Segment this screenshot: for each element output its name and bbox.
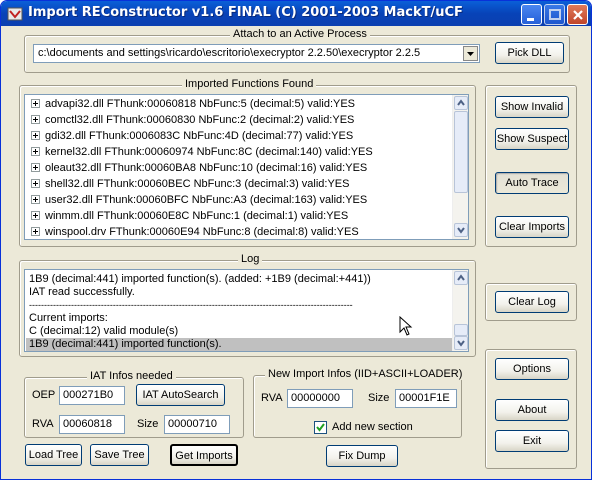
log-line: Current imports:	[29, 312, 108, 324]
log-line: C (decimal:12) valid module(s)	[29, 325, 179, 337]
scroll-down-icon[interactable]	[454, 223, 468, 237]
new-rva-label: RVA	[261, 392, 283, 404]
new-rva-input[interactable]: 00000000	[287, 389, 353, 408]
log-line: 1B9 (decimal:441) imported function(s). …	[29, 273, 371, 285]
main-window: Import REConstructor v1.6 FINAL (C) 2001…	[0, 0, 592, 480]
log-line: IAT read successfully.	[29, 286, 135, 298]
tree-item[interactable]: comctl32.dll FThunk:00060830 NbFunc:2 (d…	[25, 112, 450, 128]
options-button[interactable]: Options	[495, 358, 569, 380]
mouse-cursor-icon	[399, 316, 413, 336]
add-section-label[interactable]: Add new section	[332, 421, 413, 433]
log-group-label: Log	[238, 253, 263, 265]
tree-item[interactable]: user32.dll FThunk:00060BFC NbFunc:A3 (de…	[25, 192, 450, 208]
expand-icon[interactable]	[31, 147, 40, 156]
tree-item[interactable]: winmm.dll FThunk:00060E8C NbFunc:1 (deci…	[25, 208, 450, 224]
attach-group-label: Attach to an Active Process	[230, 28, 370, 40]
show-suspect-button[interactable]: Show Suspect	[495, 128, 569, 150]
pick-dll-button[interactable]: Pick DLL	[495, 42, 564, 64]
show-invalid-button[interactable]: Show Invalid	[495, 96, 569, 118]
expand-icon[interactable]	[31, 179, 40, 188]
expand-icon[interactable]	[31, 211, 40, 220]
iat-rva-input[interactable]: 00060818	[59, 415, 125, 434]
chevron-down-icon[interactable]	[463, 46, 478, 61]
process-select-value: c:\documents and settings\ricardo\escrit…	[38, 47, 421, 59]
imports-scrollbar[interactable]	[452, 95, 468, 239]
title-bar[interactable]: Import REConstructor v1.6 FINAL (C) 2001…	[1, 1, 591, 26]
add-section-checkbox[interactable]	[314, 421, 327, 434]
auto-trace-button[interactable]: Auto Trace	[495, 172, 569, 194]
fix-dump-button[interactable]: Fix Dump	[326, 445, 398, 467]
imports-group-label: Imported Functions Found	[182, 78, 317, 90]
expand-icon[interactable]	[31, 163, 40, 172]
close-button[interactable]	[567, 4, 588, 25]
tree-item[interactable]: kernel32.dll FThunk:00060974 NbFunc:8C (…	[25, 144, 450, 160]
tree-item[interactable]: shell32.dll FThunk:00060BEC NbFunc:3 (de…	[25, 176, 450, 192]
tree-item[interactable]: oleaut32.dll FThunk:00060BA8 NbFunc:10 (…	[25, 160, 450, 176]
minimize-icon	[527, 18, 534, 21]
log-box[interactable]: 1B9 (decimal:441) imported function(s). …	[24, 269, 469, 352]
tree-item[interactable]: winspool.drv FThunk:00060E94 NbFunc:8 (d…	[25, 224, 450, 239]
minimize-button[interactable]	[521, 4, 542, 25]
iat-size-label: Size	[137, 418, 159, 430]
exit-button[interactable]: Exit	[495, 430, 569, 452]
scroll-up-icon[interactable]	[454, 96, 468, 110]
expand-icon[interactable]	[31, 195, 40, 204]
imports-tree[interactable]: advapi32.dll FThunk:00060818 NbFunc:5 (d…	[24, 94, 469, 240]
expand-icon[interactable]	[31, 115, 40, 124]
checkmark-icon	[316, 423, 325, 432]
new-import-group-label: New Import Infos (IID+ASCII+LOADER)	[265, 368, 466, 380]
window-title: Import REConstructor v1.6 FINAL (C) 2001…	[28, 5, 463, 20]
log-scrollbar[interactable]	[452, 270, 468, 351]
iat-autosearch-button[interactable]: IAT AutoSearch	[136, 384, 225, 406]
iat-size-input[interactable]: 00000710	[164, 415, 230, 434]
scroll-up-icon[interactable]	[454, 271, 468, 285]
load-tree-button[interactable]: Load Tree	[25, 444, 82, 466]
expand-icon[interactable]	[31, 227, 40, 236]
save-tree-button[interactable]: Save Tree	[90, 444, 149, 466]
scroll-down-icon[interactable]	[454, 336, 468, 350]
log-line: ----------------------------------------…	[29, 300, 353, 310]
new-size-input[interactable]: 00001F1E	[395, 389, 457, 408]
expand-icon[interactable]	[31, 99, 40, 108]
maximize-icon	[549, 9, 561, 20]
app-icon	[7, 7, 23, 21]
scroll-thumb[interactable]	[454, 324, 468, 336]
scroll-thumb[interactable]	[454, 111, 468, 193]
get-imports-button[interactable]: Get Imports	[170, 444, 238, 466]
tree-item[interactable]: gdi32.dll FThunk:0006083C NbFunc:4D (dec…	[25, 128, 450, 144]
expand-icon[interactable]	[31, 131, 40, 140]
clear-log-button[interactable]: Clear Log	[495, 291, 569, 313]
close-icon	[573, 10, 583, 20]
log-line-selected: 1B9 (decimal:441) imported function(s).	[29, 338, 222, 350]
clear-imports-button[interactable]: Clear Imports	[495, 216, 569, 238]
process-select[interactable]: c:\documents and settings\ricardo\escrit…	[33, 44, 480, 63]
new-size-label: Size	[368, 392, 390, 404]
maximize-button[interactable]	[544, 4, 565, 25]
oep-input[interactable]: 000271B0	[59, 386, 125, 405]
tree-item[interactable]: advapi32.dll FThunk:00060818 NbFunc:5 (d…	[25, 96, 450, 112]
about-button[interactable]: About	[495, 399, 569, 421]
iat-group-label: IAT Infos needed	[87, 370, 176, 382]
oep-label: OEP	[32, 389, 56, 401]
iat-rva-label: RVA	[32, 418, 54, 430]
